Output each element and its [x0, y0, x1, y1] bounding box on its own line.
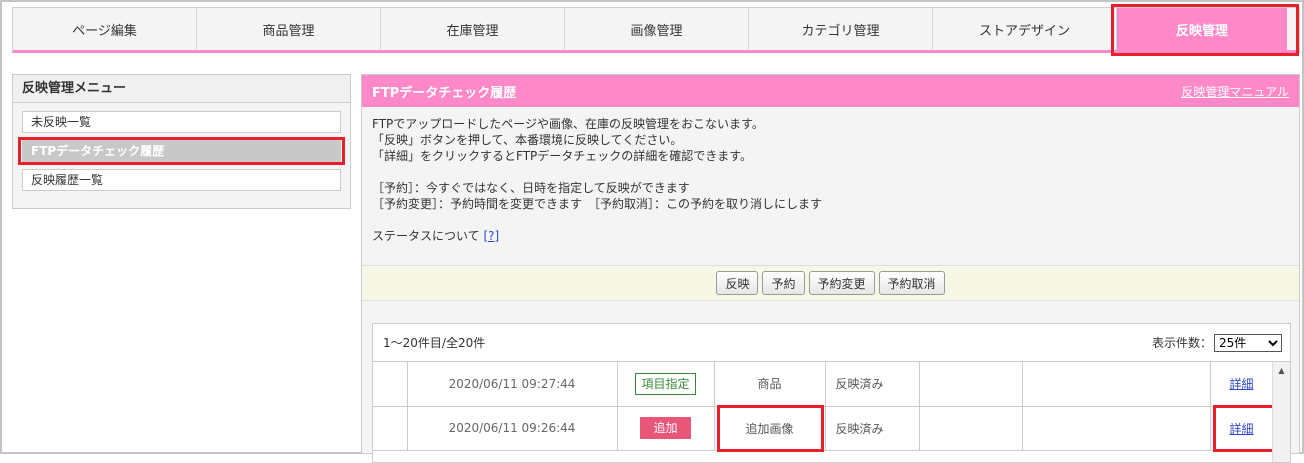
sidebar-list: 未反映一覧 FTPデータチェック履歴 反映履歴一覧 [13, 103, 350, 191]
status-label: ステータスについて [372, 229, 480, 243]
detail-cell: 詳細 [1210, 362, 1274, 407]
empty-cell [1022, 406, 1211, 451]
reflect-button[interactable]: 反映 [716, 271, 759, 295]
status-cell: 反映済み [825, 406, 920, 451]
tab-page-edit[interactable]: ページ編集 [13, 8, 197, 50]
action-bar: 反映 予約 予約変更 予約取消 [362, 265, 1299, 301]
manual-link[interactable]: 反映管理マニュアル [1181, 83, 1289, 100]
scroll-up-arrow-icon[interactable]: ▲ [1273, 362, 1290, 379]
list-header: 1～20件目/全20件 表示件数： 25件 [373, 324, 1290, 362]
reserve-cancel-button[interactable]: 予約取消 [878, 271, 945, 295]
sidebar-item-ftp-check-history[interactable]: FTPデータチェック履歴 [18, 137, 345, 165]
detail-link[interactable]: 詳細 [1229, 422, 1253, 436]
badge-cell: 項目指定 [617, 362, 715, 407]
tab-reflection-management[interactable]: 反映管理 [1111, 4, 1299, 56]
tab-image-management[interactable]: 画像管理 [565, 8, 749, 50]
sidebar-item-reflection-history[interactable]: 反映履歴一覧 [22, 169, 341, 191]
type-cell: 追加画像 [714, 404, 826, 451]
history-table: 2020/06/11 09:27:44 項目指定 商品 反映済み 詳細 2020… [373, 362, 1274, 451]
top-navigation-tabs: ページ編集 商品管理 在庫管理 画像管理 カテゴリ管理 ストアデザイン 反映管理 [12, 4, 1300, 56]
timestamp-cell: 2020/06/11 09:27:44 [407, 362, 618, 407]
detail-cell: 詳細 [1210, 404, 1274, 451]
per-page-label: 表示件数： [1151, 336, 1212, 350]
tabbar-filler [1287, 8, 1299, 50]
history-list: 1～20件目/全20件 表示件数： 25件 2020/06/11 09:27:4… [372, 323, 1291, 463]
result-count: 1～20件目/全20件 [383, 336, 486, 350]
sidebar-menu: 反映管理メニュー 未反映一覧 FTPデータチェック履歴 反映履歴一覧 [12, 74, 351, 209]
reserve-button[interactable]: 予約 [762, 271, 805, 295]
add-badge: 追加 [640, 417, 691, 439]
sidebar-title: 反映管理メニュー [13, 75, 350, 103]
description-line: 「詳細」をクリックするとFTPデータチェックの詳細を確認できます。 [372, 149, 753, 163]
per-page-control: 表示件数： 25件 [1151, 333, 1282, 352]
note-line: ［予約変更］：予約時間を変更できます ［予約取消］：この予約を取り消しにします [372, 197, 823, 211]
status-help-line: ステータスについて [?] [372, 228, 1289, 244]
reserve-change-button[interactable]: 予約変更 [808, 271, 875, 295]
sidebar-item-unreflected-list[interactable]: 未反映一覧 [22, 111, 341, 133]
description-line: 「反映」ボタンを押して、本番環境に反映してください。 [372, 133, 683, 147]
tab-store-design[interactable]: ストアデザイン [933, 8, 1117, 50]
row-select-cell[interactable] [373, 406, 408, 451]
tab-product-management[interactable]: 商品管理 [197, 8, 381, 50]
description-line: FTPでアップロードしたページや画像、在庫の反映管理をおこないます。 [372, 117, 764, 131]
status-cell: 反映済み [825, 362, 920, 407]
detail-link[interactable]: 詳細 [1229, 377, 1253, 391]
tab-category-management[interactable]: カテゴリ管理 [749, 8, 933, 50]
page-title: FTPデータチェック履歴 [372, 85, 517, 101]
table-row: 2020/06/11 09:27:44 項目指定 商品 反映済み 詳細 [373, 362, 1274, 407]
status-help-link[interactable]: [?] [483, 229, 499, 243]
type-cell: 商品 [714, 362, 826, 407]
tab-inventory-management[interactable]: 在庫管理 [381, 8, 565, 50]
row-select-cell[interactable] [373, 362, 408, 407]
empty-cell [1022, 362, 1211, 407]
badge-cell: 追加 [617, 406, 715, 451]
description: FTPでアップロードしたページや画像、在庫の反映管理をおこないます。 「反映」ボ… [362, 107, 1299, 265]
list-scrollbar[interactable]: ▲ [1272, 362, 1290, 462]
per-page-select[interactable]: 25件 [1214, 333, 1282, 352]
timestamp-cell: 2020/06/11 09:26:44 [407, 406, 618, 451]
main-panel: FTPデータチェック履歴 反映管理マニュアル FTPでアップロードしたページや画… [361, 74, 1300, 463]
note-line: ［予約］：今すぐではなく、日時を指定して反映ができます [372, 181, 690, 195]
table-row: 2020/06/11 09:26:44 追加 追加画像 反映済み 詳細 [373, 404, 1274, 451]
item-specified-badge: 項目指定 [635, 372, 696, 395]
empty-cell [919, 362, 1023, 407]
main-header: FTPデータチェック履歴 反映管理マニュアル [362, 75, 1299, 107]
empty-cell [919, 406, 1023, 451]
